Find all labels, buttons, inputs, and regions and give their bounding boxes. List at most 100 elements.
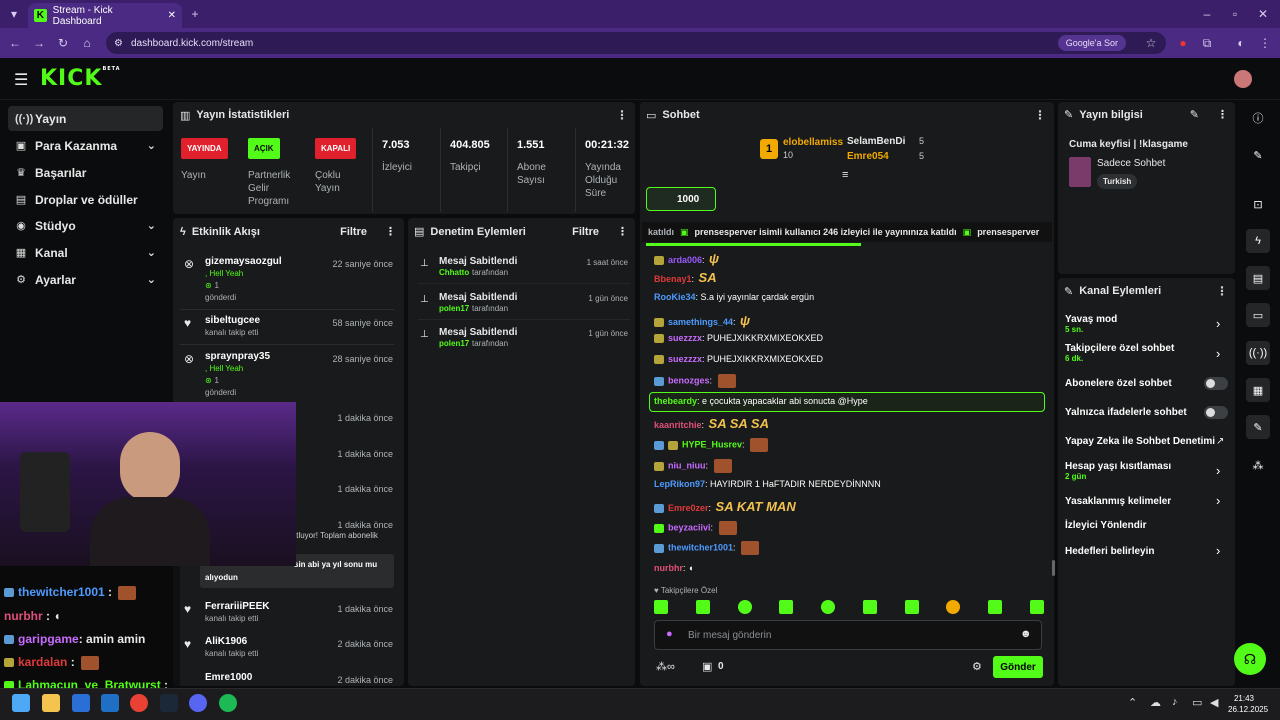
action-slow-mode[interactable]: Yavaş mod 5 sn. (1065, 314, 1117, 334)
chat-user[interactable]: samethings_44 (668, 317, 733, 327)
emote-button[interactable] (1029, 600, 1044, 614)
chrome-icon[interactable] (130, 694, 148, 712)
chat-user[interactable]: nurbhr (654, 563, 683, 573)
action-goals[interactable]: Hedefleri belirleyin (1065, 546, 1154, 557)
chat-user[interactable]: HYPE_Husrev (682, 439, 742, 449)
emote-button[interactable] (695, 600, 710, 614)
emote-only-toggle[interactable] (1204, 406, 1228, 419)
chat-bubble-icon[interactable]: ▭ (1246, 303, 1270, 327)
browser-menu-icon[interactable]: ⋮ (1256, 34, 1274, 52)
more-options-icon[interactable]: ⋮ (617, 225, 628, 238)
chat-user[interactable]: RooKie34 (654, 292, 696, 302)
sidebar-item-studio[interactable]: ◉ Stüdyo ⌄ (8, 213, 163, 238)
expand-leaderboard-icon[interactable]: ≡ (842, 169, 848, 181)
extensions-puzzle-icon[interactable]: ⧉ (1198, 34, 1216, 52)
activity-user[interactable]: spraynpray35 (205, 351, 270, 362)
back-icon[interactable]: ← (6, 34, 24, 52)
tab-list-icon[interactable]: ▾ (5, 5, 23, 23)
kick-logo[interactable]: KICKBETA (40, 66, 121, 91)
action-banned-words[interactable]: Yasaklanmış kelimeler (1065, 496, 1171, 507)
emote-button[interactable] (988, 600, 1003, 614)
sidebar-item-stream[interactable]: ((·)) Yayın (8, 106, 163, 131)
chat-user[interactable]: suezzzx (668, 333, 702, 343)
activity-user[interactable]: gizemaysaozgul (205, 256, 282, 267)
sidebar-item-monetization[interactable]: ▣ Para Kazanma ⌄ (8, 133, 163, 158)
edit-icon[interactable]: ✎ (1190, 108, 1199, 121)
activity-user[interactable]: FerrariiiPEEK (205, 601, 269, 612)
activity-user[interactable]: sibeltugcee (205, 315, 260, 326)
apps-icon[interactable]: ⁂ (1246, 453, 1270, 477)
emote-button[interactable] (654, 600, 668, 614)
emote-button[interactable] (904, 600, 919, 614)
stream-category[interactable]: Sadece Sohbet (1097, 158, 1165, 169)
action-ai-moderation[interactable]: Yapay Zeka ile Sohbet Denetimi (1065, 436, 1215, 447)
channel-points-icon[interactable]: ⁂∞ (656, 660, 675, 673)
filter-button[interactable]: Filtre (340, 226, 367, 238)
browser-tab[interactable]: K Stream - Kick Dashboard ✕ (28, 3, 182, 28)
leader-name[interactable]: SelamBenDi (847, 136, 905, 147)
capture-icon[interactable]: ⊡ (1246, 192, 1270, 216)
onedrive-icon[interactable]: ☁ (1150, 696, 1161, 709)
sidebar-item-drops[interactable]: ▤ Droplar ve ödüller (8, 187, 163, 212)
windows-start-icon[interactable] (12, 694, 30, 712)
steam-icon[interactable] (160, 694, 178, 712)
more-options-icon[interactable]: ⋮ (1217, 108, 1228, 121)
discord-icon[interactable] (189, 694, 207, 712)
emote-button[interactable] (779, 600, 794, 614)
leader-name[interactable]: elobellamiss (783, 137, 843, 148)
address-bar[interactable]: ⚙ dashboard.kick.com/stream Google'a Sor (106, 32, 1166, 54)
info-icon[interactable]: ⓘ (1246, 106, 1270, 130)
pencil-icon[interactable]: ✎ (1246, 143, 1270, 167)
chevron-right-icon[interactable]: › (1216, 463, 1220, 478)
reload-icon[interactable]: ↻ (54, 34, 72, 52)
action-followers-only[interactable]: Takipçilere özel sohbet 6 dk. (1065, 343, 1174, 363)
profile-avatar-icon[interactable]: ◐ (1232, 34, 1250, 52)
tray-chevron-icon[interactable]: ⌃ (1128, 696, 1137, 709)
subs-only-toggle[interactable] (1204, 377, 1228, 390)
new-tab-icon[interactable]: + (186, 5, 204, 23)
store-icon[interactable]: ▣ (702, 660, 712, 673)
chat-user[interactable]: Bbenay1 (654, 274, 692, 284)
more-options-icon[interactable]: ⋮ (385, 225, 396, 238)
clock[interactable]: 21:43 26.12.2025 (1228, 693, 1268, 715)
outlook-icon[interactable] (101, 694, 119, 712)
document-icon[interactable]: ▤ (1246, 266, 1270, 290)
hamburger-menu-icon[interactable]: ☰ (14, 70, 28, 90)
send-button[interactable]: Gönder (993, 656, 1043, 678)
chat-user[interactable]: kaanritchie (654, 420, 702, 430)
close-tab-icon[interactable]: ✕ (168, 10, 176, 21)
user-avatar[interactable] (1234, 70, 1252, 88)
emoji-icon[interactable]: ☻ (1020, 628, 1032, 640)
restore-icon[interactable]: ▫ (1226, 5, 1244, 23)
mod-user[interactable]: polen17 (439, 339, 469, 348)
store-icon[interactable] (72, 694, 90, 712)
chat-user[interactable]: thebeardy (654, 396, 697, 406)
emote-button[interactable] (737, 600, 752, 614)
chat-user[interactable]: Emre0zer (668, 503, 709, 513)
google-ask-button[interactable]: Google'a Sor (1057, 35, 1126, 51)
mod-user[interactable]: Chhatto (439, 268, 469, 277)
chat-user[interactable]: suezzzx (668, 354, 702, 364)
lightning-icon[interactable]: ϟ (1246, 229, 1270, 253)
minimize-icon[interactable]: – (1198, 5, 1216, 23)
window-close-icon[interactable]: ✕ (1254, 5, 1272, 23)
chat-user[interactable]: benozges (668, 375, 710, 385)
mod-user[interactable]: polen17 (439, 304, 469, 313)
chevron-right-icon[interactable]: › (1216, 543, 1220, 558)
activity-user[interactable]: Emre1000 (205, 672, 252, 683)
spotify-icon[interactable] (219, 694, 237, 712)
chevron-right-icon[interactable]: › (1216, 316, 1220, 331)
microphone-icon[interactable]: ● (666, 628, 673, 640)
file-explorer-icon[interactable] (42, 694, 60, 712)
filter-button[interactable]: Filtre (572, 226, 599, 238)
more-options-icon[interactable]: ⋮ (1216, 284, 1228, 298)
chat-user[interactable]: LepRikon97 (654, 479, 705, 489)
pinned-goal[interactable]: 1000 (646, 187, 716, 211)
chat-scrollbar[interactable] (1052, 560, 1055, 576)
action-host[interactable]: İzleyici Yönlendir (1065, 520, 1147, 531)
activity-user[interactable]: AliK1906 (205, 636, 247, 647)
chevron-right-icon[interactable]: › (1216, 346, 1220, 361)
leader-name[interactable]: Emre054 (847, 151, 889, 162)
bookmark-star-icon[interactable]: ☆ (1142, 34, 1160, 52)
sidebar-item-settings[interactable]: ⚙ Ayarlar ⌄ (8, 267, 163, 292)
